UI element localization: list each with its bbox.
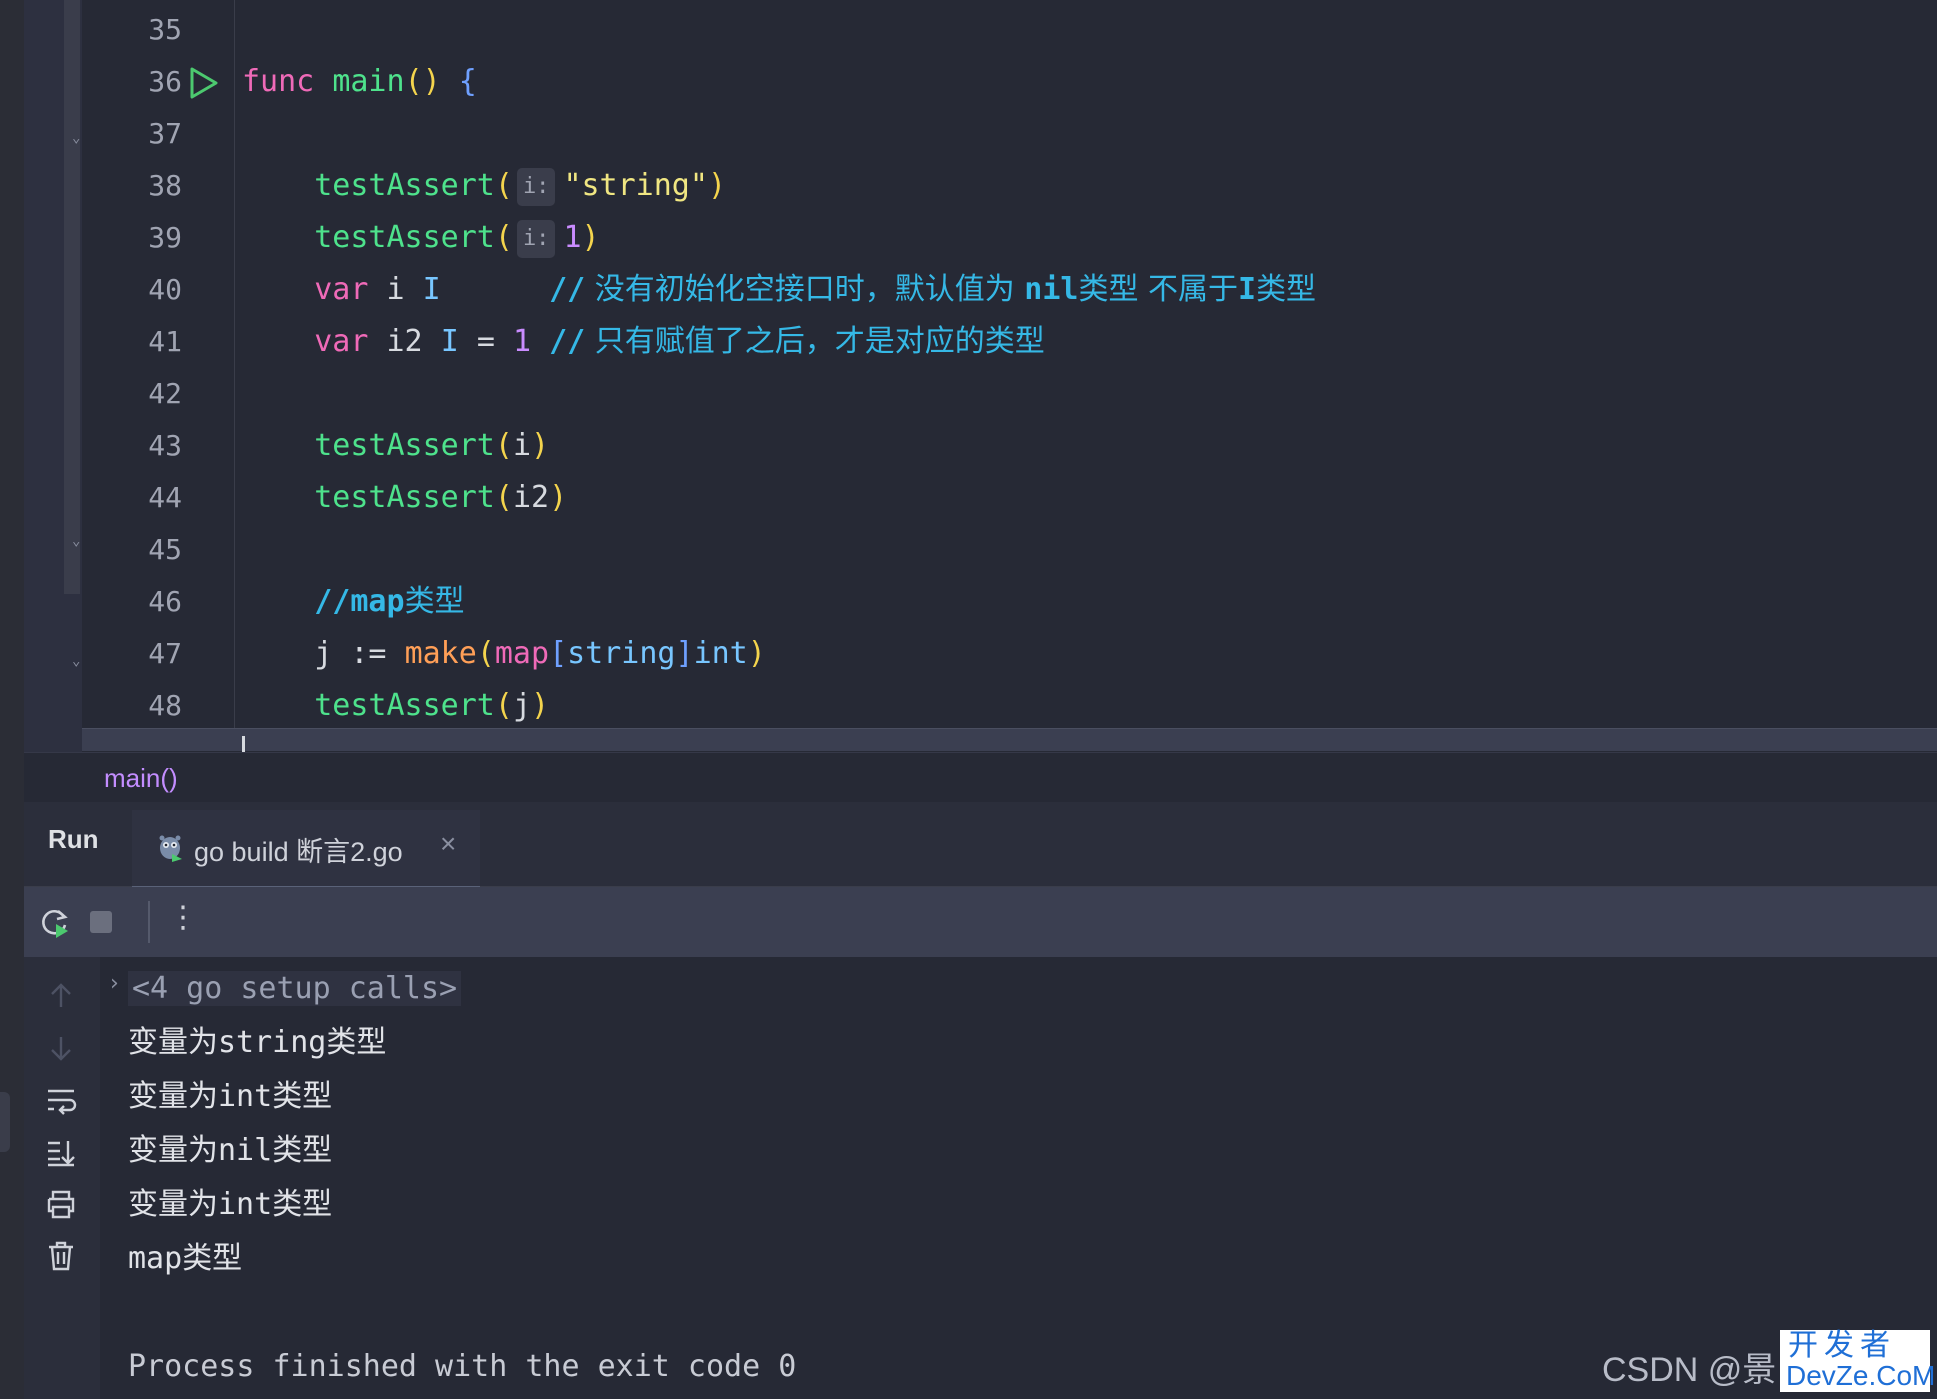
toolbar-separator xyxy=(148,901,150,943)
console-line: map类型 xyxy=(128,1241,243,1276)
code-line: 37 xyxy=(24,108,1937,160)
breadcrumb-bar: main() xyxy=(24,752,1937,803)
code-editor[interactable]: ⌄ ⌄ ⌄ 35 36 func main() { 37 38 testAsse… xyxy=(24,0,1937,754)
line-number: 47 xyxy=(148,637,182,670)
console-output[interactable]: › <4 go setup calls> 变量为string类型 变量为int类… xyxy=(104,957,1937,1399)
console-line: 变量为nil类型 xyxy=(128,1133,333,1168)
parameter-hint: i: xyxy=(516,220,556,258)
left-edge-strip xyxy=(0,0,24,1399)
code-line: 44 testAssert(i2) xyxy=(24,472,1937,524)
line-number: 48 xyxy=(148,689,182,722)
code-text: j := make(map[string]int) xyxy=(314,636,766,671)
code-line: 42 xyxy=(24,368,1937,420)
rerun-icon[interactable] xyxy=(38,905,72,939)
run-panel-header: Run go build 断言2.go × xyxy=(24,802,1937,890)
csdn-watermark: CSDN @景 xyxy=(1602,1351,1777,1389)
print-icon[interactable] xyxy=(44,1187,78,1221)
line-number: 38 xyxy=(148,169,182,202)
code-text: testAssert(i: 1) xyxy=(242,212,600,264)
run-panel: Run go build 断言2.go × ⋮ › <4 go setup ca… xyxy=(24,802,1937,1399)
console-line: 变量为int类型 xyxy=(128,1079,333,1114)
trash-icon[interactable] xyxy=(44,1239,78,1273)
breadcrumb[interactable]: main() xyxy=(104,763,178,794)
close-icon[interactable]: × xyxy=(440,828,456,860)
line-number: 40 xyxy=(148,273,182,306)
setup-calls-folded[interactable]: <4 go setup calls> xyxy=(128,963,462,1015)
scroll-down-icon[interactable] xyxy=(44,1031,78,1065)
code-text: testAssert(i: "string") xyxy=(242,160,726,212)
console-line: 变量为int类型 xyxy=(128,1187,333,1222)
code-text: testAssert(j) xyxy=(314,688,550,723)
code-line: 39 testAssert(i: 1) xyxy=(24,212,1937,264)
line-number: 44 xyxy=(148,481,182,514)
go-gopher-icon xyxy=(159,835,182,862)
process-exit-message: Process finished with the exit code 0 xyxy=(128,1349,797,1384)
collapsed-tool-tab[interactable] xyxy=(0,1092,10,1152)
code-line: 41 var i2 I = 1 // 只有赋值了之后，才是对应的类型 xyxy=(24,316,1937,368)
devze-logo-bottom: DevZe.CoM xyxy=(1786,1360,1936,1391)
scroll-to-end-icon[interactable] xyxy=(44,1135,78,1169)
run-tab-label: go build 断言2.go xyxy=(194,837,403,867)
code-line: 43 testAssert(i) xyxy=(24,420,1937,472)
code-line: 35 xyxy=(24,4,1937,56)
line-number: 43 xyxy=(148,429,182,462)
line-number: 42 xyxy=(148,377,182,410)
line-number: 41 xyxy=(148,325,182,358)
code-text: var i2 I = 1 // 只有赋值了之后，才是对应的类型 xyxy=(314,324,1045,359)
parameter-hint: i: xyxy=(516,168,556,206)
run-toolbar: ⋮ xyxy=(24,887,1937,957)
code-text: testAssert(i) xyxy=(314,428,550,463)
console-side-toolbar xyxy=(24,957,100,1399)
expand-chevron-icon[interactable]: › xyxy=(110,971,119,996)
line-number: 45 xyxy=(148,533,182,566)
code-line: 47 j := make(map[string]int) xyxy=(24,628,1937,680)
line-number: 37 xyxy=(148,117,182,150)
code-text: //map类型 xyxy=(314,584,465,619)
code-line: 48 testAssert(j) xyxy=(24,680,1937,732)
line-number: 36 xyxy=(148,65,182,98)
code-line: 45 xyxy=(24,524,1937,576)
code-text: var i I // 没有初始化空接口时，默认值为 nil类型 不属于I类型 xyxy=(314,272,1317,307)
code-line: 38 testAssert(i: "string") xyxy=(24,160,1937,212)
code-text: func main() { xyxy=(242,64,477,99)
current-line-highlight xyxy=(82,728,1937,751)
code-line: 40 var i I // 没有初始化空接口时，默认值为 nil类型 不属于I类… xyxy=(24,264,1937,316)
stop-icon[interactable] xyxy=(84,905,118,939)
code-text: testAssert(i2) xyxy=(314,480,568,515)
more-options-icon[interactable]: ⋮ xyxy=(168,901,202,935)
scroll-up-icon[interactable] xyxy=(44,979,78,1013)
soft-wrap-icon[interactable] xyxy=(44,1083,78,1117)
code-line: 46 //map类型 xyxy=(24,576,1937,628)
line-number: 46 xyxy=(148,585,182,618)
devze-logo: 开发者 DevZe.CoM xyxy=(1780,1328,1935,1392)
console-line: 变量为string类型 xyxy=(128,1025,387,1060)
run-panel-title: Run xyxy=(48,824,99,854)
line-number: 39 xyxy=(148,221,182,254)
run-configuration-tab[interactable]: go build 断言2.go × xyxy=(132,810,480,890)
line-number: 35 xyxy=(148,13,182,46)
run-gutter-play-icon[interactable] xyxy=(186,66,220,100)
code-line: 36 func main() { xyxy=(24,56,1937,108)
devze-logo-top: 开发者 xyxy=(1788,1328,1896,1363)
